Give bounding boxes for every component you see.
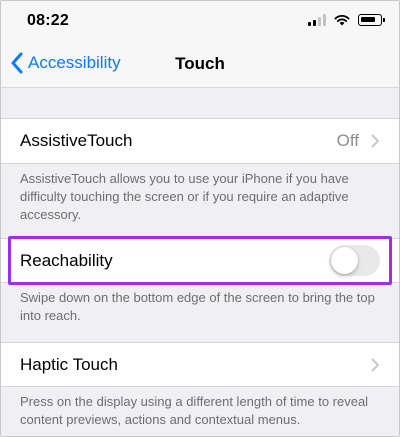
haptic-touch-description: Press on the display using a different l… (20, 394, 369, 427)
chevron-right-icon (371, 134, 379, 148)
toggle-knob (331, 247, 358, 274)
haptic-touch-row[interactable]: Haptic Touch (0, 342, 400, 387)
reachability-toggle[interactable] (329, 245, 380, 276)
wifi-icon (334, 15, 350, 26)
assistive-touch-label: AssistiveTouch (20, 131, 133, 150)
reachability-description: Swipe down on the bottom edge of the scr… (20, 290, 375, 323)
status-time: 08:22 (27, 12, 69, 29)
reachability-label: Reachability (20, 250, 113, 270)
page-title: Touch (175, 54, 225, 73)
assistive-touch-value: Off (336, 131, 359, 150)
top-bar: 08:22 Accessibility Touch (0, 0, 400, 88)
cellular-signal-icon (308, 14, 326, 26)
haptic-touch-label: Haptic Touch (20, 354, 118, 374)
battery-icon (358, 14, 385, 26)
assistive-touch-description: AssistiveTouch allows you to use your iP… (20, 171, 349, 222)
chevron-right-icon (371, 358, 379, 371)
status-icons (308, 14, 385, 26)
assistive-touch-row[interactable]: AssistiveTouch Off (0, 118, 400, 164)
reachability-row: Reachability (0, 238, 400, 283)
